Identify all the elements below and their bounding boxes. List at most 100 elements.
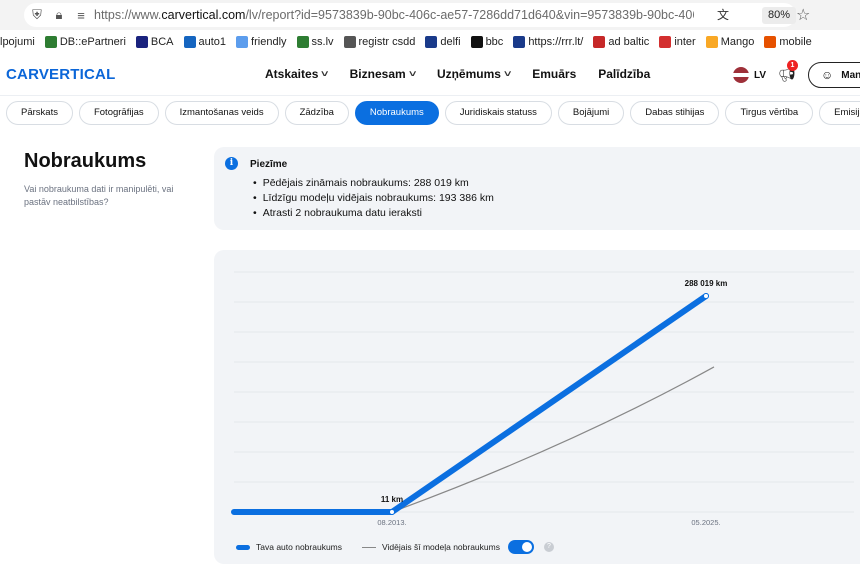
site-header: CARVERTICAL Atskaites ˅ Biznesam ˅ Uzņēmums ˅… — [0, 54, 860, 96]
zoom-level[interactable]: 80% — [762, 7, 797, 24]
bookmark-favicon-icon — [236, 36, 249, 48]
language-selector[interactable]: LV — [733, 67, 766, 83]
page-subtitle: Vai nobraukuma dati ir manipulēti, vai p… — [24, 184, 174, 207]
bookmark-item[interactable]: delfi — [425, 36, 461, 48]
tab-item[interactable]: Nobraukums — [354, 101, 439, 125]
bookmark-label: ad baltic — [608, 36, 650, 48]
nav-item-label: Atskaites — [265, 67, 319, 81]
nav-item[interactable]: Uzņēmums ˅ — [436, 67, 512, 81]
bookmark-item[interactable]: lpojumi — [0, 36, 35, 48]
url-text[interactable]: https://www.carvertical.com/lv/report?id… — [94, 8, 694, 22]
bookmark-label: friendly — [251, 36, 287, 48]
bookmark-favicon-icon — [135, 36, 148, 48]
bookmark-label: lpojumi — [0, 36, 35, 48]
bookmark-item[interactable]: inter — [659, 36, 696, 48]
bookmark-label: BCA — [150, 36, 174, 48]
bookmark-item[interactable]: auto1 — [183, 36, 227, 48]
bookmark-label: registr csdd — [358, 36, 416, 48]
mileage-chart-card: 11 km 288 019 km 08.2013. 05.2025. Tava aut… — [214, 250, 860, 564]
notifications-button[interactable]: 📢︎ 1 — [778, 60, 798, 83]
bookmarks-bar: lpojumi DB::ePartneri BCA auto1 friendly ss.l… — [0, 32, 860, 52]
bookmark-label: auto1 — [198, 36, 227, 48]
bookmark-label: ss.lv — [311, 36, 334, 48]
x-tick-label: 05.2025. — [691, 518, 720, 527]
report-tabs: Pārskats Fotogrāfijas Izmantošanas veids Zā… — [6, 101, 860, 125]
nav-item-label: Biznesam — [349, 67, 406, 81]
tab-item[interactable]: Dabas stihijas — [630, 101, 720, 125]
tab-item[interactable]: Bojājumi — [557, 101, 625, 125]
user-icon: ☺ — [821, 68, 834, 82]
nav-item-label: Emuārs — [532, 67, 577, 81]
bookmark-item[interactable]: ad baltic — [593, 36, 649, 48]
bookmark-label: DB::ePartneri — [59, 36, 126, 48]
bookmark-item[interactable]: registr csdd — [343, 36, 416, 48]
latvia-flag-icon — [733, 67, 749, 83]
tab-item[interactable]: Fotogrāfijas — [78, 101, 159, 125]
bookmark-favicon-icon — [343, 36, 356, 48]
bookmark-label: bbc — [485, 36, 504, 48]
bookmark-label: Mango — [720, 36, 755, 48]
avg-mileage-toggle[interactable] — [507, 540, 534, 554]
chevron-down-icon: ˅ — [503, 69, 512, 79]
tab-item[interactable]: Izmantošanas veids — [164, 101, 279, 125]
bookmark-favicon-icon — [183, 36, 196, 48]
nav-item[interactable]: Atskaites ˅ — [265, 67, 329, 81]
bookmark-favicon-icon — [764, 36, 777, 48]
bookmark-star-icon[interactable]: ☆ — [796, 5, 810, 25]
info-icon: i — [225, 157, 238, 170]
bookmark-item[interactable]: mobile — [764, 36, 812, 48]
bookmark-item[interactable]: DB::ePartneri — [44, 36, 126, 48]
series-line-average — [391, 366, 715, 513]
account-button[interactable]: ☺ Mans — [808, 62, 860, 88]
help-icon[interactable]: ? — [543, 542, 554, 552]
main-nav: Atskaites ˅ Biznesam ˅ Uzņēmums ˅ Emuārs Palīdz… — [265, 67, 672, 81]
bookmark-item[interactable]: https://rrr.lt/ — [513, 36, 583, 48]
data-label: 288 019 km — [685, 279, 728, 288]
nav-item[interactable]: Biznesam ˅ — [349, 67, 416, 81]
address-bar[interactable]: ⛨ 🔒︎ ≡ https://www.carvertical.com/lv/re… — [24, 3, 810, 27]
data-point — [389, 508, 395, 515]
bookmark-item[interactable]: ss.lv — [296, 36, 334, 48]
bookmark-item[interactable]: BCA — [135, 36, 174, 48]
data-label: 11 km — [381, 495, 403, 504]
tab-item[interactable]: Zādzība — [284, 101, 349, 125]
bookmark-favicon-icon — [513, 36, 526, 48]
note-title: Piezīme — [250, 159, 288, 170]
permissions-icon[interactable]: ≡ — [72, 6, 90, 24]
translate-icon[interactable]: 文 — [714, 6, 732, 24]
tab-item[interactable]: Pārskats — [6, 101, 73, 125]
chevron-down-icon: ˅ — [321, 69, 329, 79]
bookmark-favicon-icon — [659, 36, 672, 48]
bookmark-item[interactable]: Mango — [705, 36, 755, 48]
shield-icon[interactable]: ⛨ — [28, 6, 46, 24]
nav-item[interactable]: Emuārs — [532, 67, 576, 81]
mileage-chart: 11 km 288 019 km 08.2013. 05.2025. — [231, 271, 854, 527]
tab-item[interactable]: Juridiskais statuss — [444, 101, 552, 125]
language-label: LV — [754, 69, 767, 81]
bookmark-favicon-icon — [44, 36, 57, 48]
note-item-avg-mileage: Līdzīgu modeļu vidējais nobraukums: 193 … — [250, 191, 494, 206]
bookmark-item[interactable]: friendly — [236, 36, 287, 48]
bookmark-favicon-icon — [425, 36, 438, 48]
section-header: Nobraukums Vai nobraukuma dati ir manipu… — [24, 150, 194, 209]
notification-badge: 1 — [787, 60, 798, 71]
bookmark-favicon-icon — [705, 36, 718, 48]
carvertical-logo[interactable]: CARVERTICAL — [6, 66, 115, 83]
bookmark-label: mobile — [779, 36, 812, 48]
note-item-records: Atrasti 2 nobraukuma datu ieraksti — [250, 206, 494, 221]
chevron-down-icon: ˅ — [408, 69, 416, 79]
avg-mileage-swatch — [362, 546, 376, 548]
note-list: Pēdējais zināmais nobraukums: 288 019 km… — [250, 176, 494, 221]
bookmark-item[interactable]: bbc — [470, 36, 504, 48]
nav-item-label: Uzņēmums — [436, 67, 501, 81]
note-item-last-mileage: Pēdējais zināmais nobraukums: 288 019 km — [250, 176, 494, 191]
bookmark-favicon-icon — [296, 36, 309, 48]
tab-item[interactable]: Tirgus vērtība — [725, 101, 814, 125]
chart-legend: Tava auto nobraukums Vidējais šī modeļa … — [236, 540, 554, 554]
note-box: i Piezīme Pēdējais zināmais nobraukums: … — [214, 147, 860, 230]
bookmark-label: inter — [674, 36, 696, 48]
nav-item[interactable]: Palīdzība — [598, 67, 650, 81]
lock-icon[interactable]: 🔒︎ — [50, 6, 68, 24]
tab-item[interactable]: Emisijas — [819, 101, 860, 125]
x-tick-label: 08.2013. — [377, 518, 406, 527]
